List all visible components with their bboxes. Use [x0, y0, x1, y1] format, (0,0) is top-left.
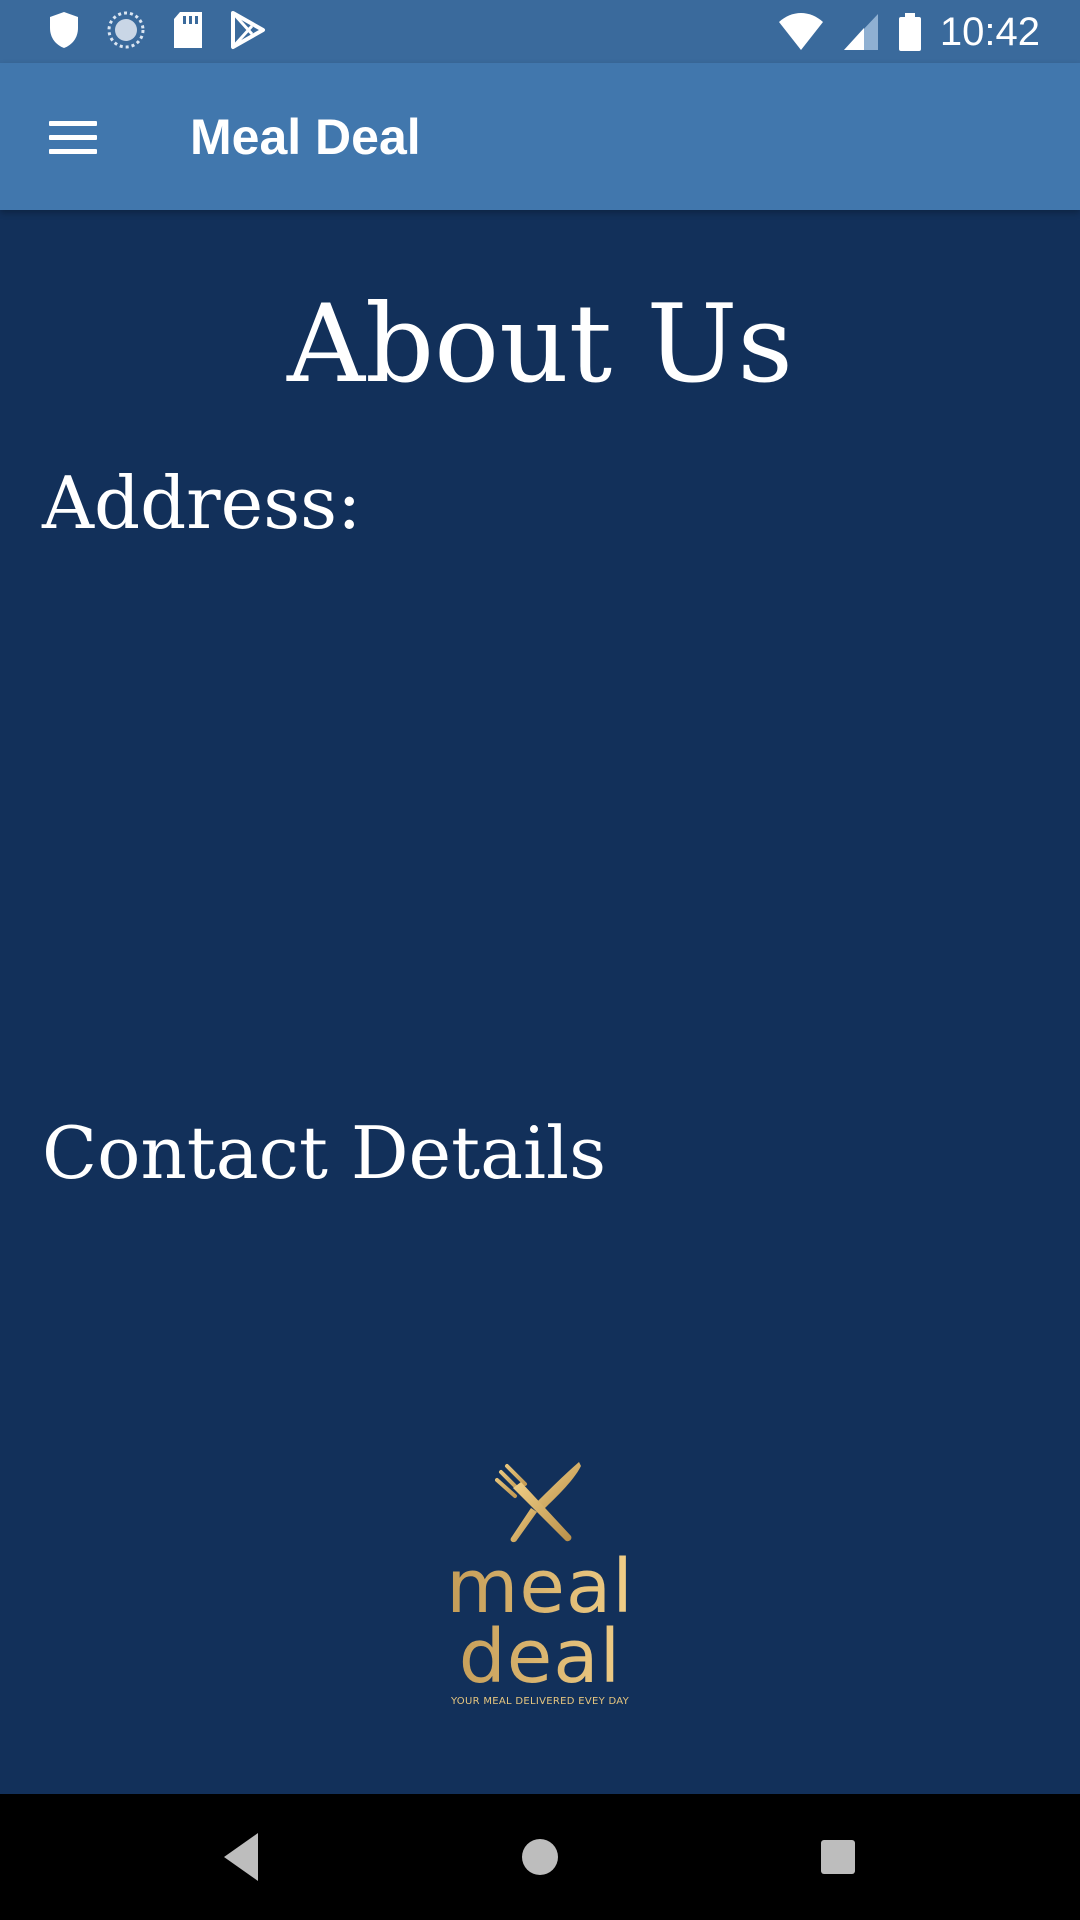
- address-heading: Address:: [42, 461, 362, 545]
- status-time: 10:42: [939, 10, 1040, 54]
- app-title: Meal Deal: [190, 109, 421, 165]
- battery-icon: [898, 13, 921, 51]
- status-right-icons: 10:42: [778, 8, 1040, 56]
- hamburger-menu-icon[interactable]: [30, 107, 116, 167]
- app-bar: Meal Deal: [0, 63, 1080, 210]
- about-content: About Us Address: Contact Details meal d…: [0, 210, 1080, 1794]
- home-icon[interactable]: [510, 1827, 570, 1887]
- system-nav-bar: [0, 1794, 1080, 1920]
- page-title: About Us: [287, 282, 793, 407]
- signal-icon: [843, 14, 878, 50]
- shield-icon: [50, 12, 78, 48]
- status-left-icons: [48, 10, 266, 50]
- recents-icon[interactable]: [808, 1827, 868, 1887]
- sd-card-icon: [174, 12, 202, 48]
- contact-details-heading: Contact Details: [42, 1111, 607, 1195]
- cutlery-icon: [495, 1462, 581, 1543]
- logo-word-meal: meal: [440, 1550, 640, 1624]
- status-bar: 10:42: [0, 0, 1080, 63]
- wifi-icon: [778, 13, 823, 50]
- logo-tagline: YOUR MEAL DELIVERED EVEY DAY: [450, 1696, 630, 1707]
- logo-word-deal: deal: [440, 1620, 640, 1694]
- sync-icon: [107, 11, 145, 49]
- play-store-icon: [231, 11, 265, 49]
- meal-deal-logo: meal deal YOUR MEAL DELIVERED EVEY DAY: [440, 1460, 640, 1750]
- back-icon[interactable]: [212, 1827, 272, 1887]
